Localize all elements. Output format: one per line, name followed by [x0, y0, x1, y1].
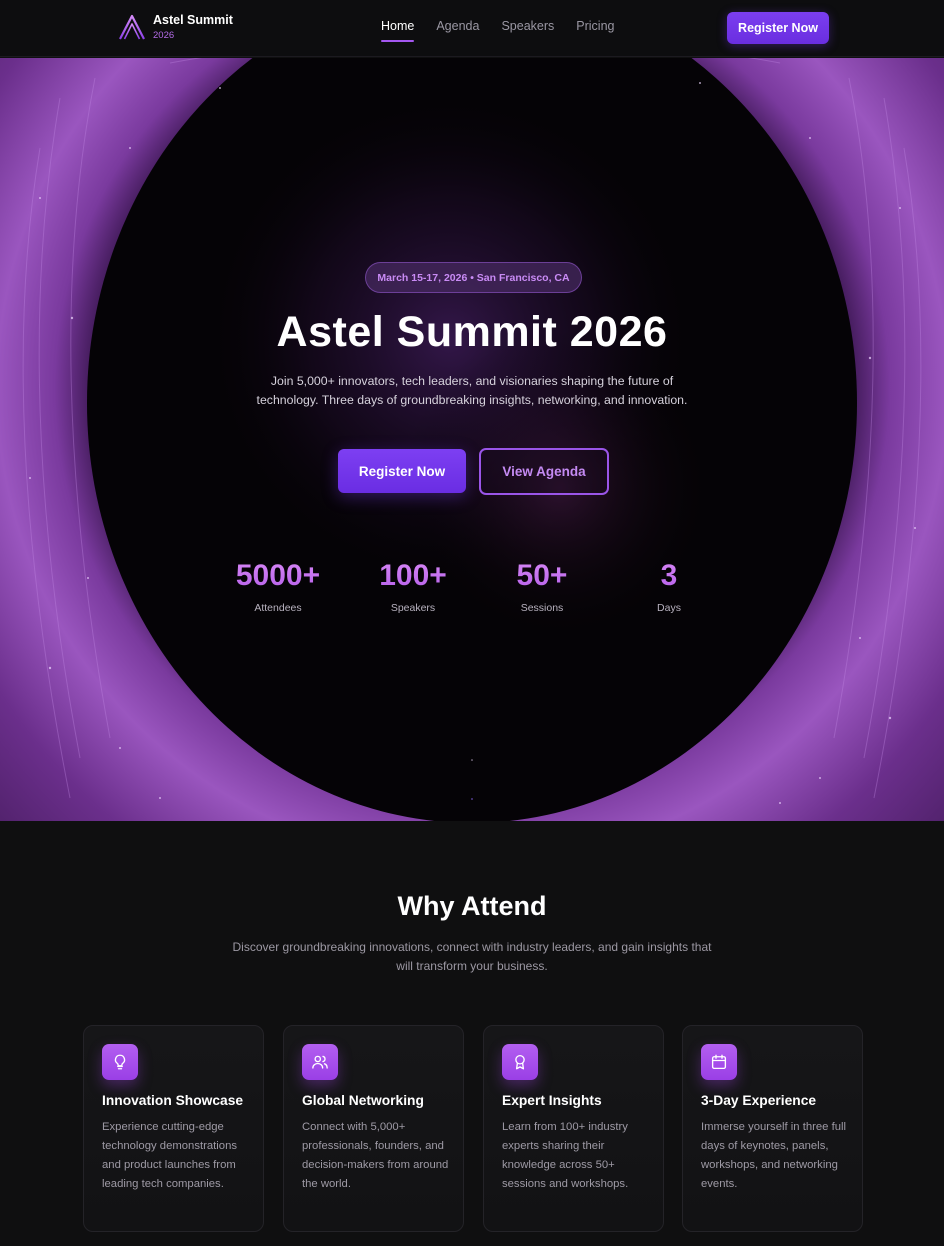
- stat-label: Speakers: [390, 602, 436, 614]
- stat-value: 100+: [353, 558, 473, 594]
- card-text: Connect with 5,000+ professionals, found…: [302, 1121, 449, 1190]
- stat-speakers: 100+ Speakers: [353, 558, 473, 614]
- why-attend-description: Discover groundbreaking innovations, con…: [232, 940, 712, 973]
- nav-link-pricing[interactable]: Pricing: [576, 18, 614, 42]
- users-icon: [302, 1044, 338, 1080]
- nav-link-speakers[interactable]: Speakers: [501, 18, 554, 42]
- hero-description: Join 5,000+ innovators, tech leaders, an…: [256, 374, 688, 407]
- why-attend-title: Why Attend: [397, 891, 547, 921]
- hero-section: March 15-17, 2026 • San Francisco, CA As…: [0, 58, 944, 821]
- card-text: Learn from 100+ industry experts sharing…: [502, 1121, 629, 1190]
- stat-value: 50+: [482, 558, 602, 594]
- hero-title: Astel Summit 2026: [276, 308, 668, 356]
- award-icon: [502, 1044, 538, 1080]
- stat-label: Sessions: [520, 602, 564, 614]
- brand-logo[interactable]: Astel Summit 2026: [117, 13, 233, 43]
- feature-card-experience: 3-Day Experience Immerse yourself in thr…: [682, 1025, 863, 1232]
- nav-register-button[interactable]: Register Now: [727, 12, 829, 44]
- card-title: Innovation Showcase: [102, 1093, 244, 1108]
- brand-title: Astel Summit: [153, 13, 233, 27]
- stat-sessions: 50+ Sessions: [482, 558, 602, 614]
- stat-value: 5000+: [218, 558, 338, 594]
- card-title: Expert Insights: [502, 1093, 602, 1108]
- stat-value: 3: [609, 558, 729, 594]
- nav-link-agenda[interactable]: Agenda: [436, 18, 479, 42]
- calendar-icon: [701, 1044, 737, 1080]
- stat-label: Attendees: [254, 602, 302, 614]
- stat-label: Days: [657, 602, 681, 614]
- lightbulb-icon: [102, 1044, 138, 1080]
- nav-link-home[interactable]: Home: [381, 18, 415, 42]
- feature-card-innovation: Innovation Showcase Experience cutting-e…: [83, 1025, 264, 1232]
- top-navbar: Astel Summit 2026 Home Agenda Speakers P…: [0, 0, 944, 57]
- brand-logo-icon: [119, 14, 145, 40]
- event-date-badge: March 15-17, 2026 • San Francisco, CA: [365, 262, 582, 293]
- hero-register-button[interactable]: Register Now: [338, 449, 466, 493]
- feature-card-insights: Expert Insights Learn from 100+ industry…: [483, 1025, 664, 1232]
- brand-year: 2026: [153, 30, 175, 41]
- hero-vortex-background: [0, 58, 944, 821]
- view-agenda-button[interactable]: View Agenda: [479, 448, 609, 495]
- card-text: Experience cutting-edge technology demon…: [102, 1121, 238, 1190]
- nav-links: Home Agenda Speakers Pricing: [381, 18, 636, 42]
- card-title: Global Networking: [302, 1093, 424, 1108]
- stat-days: 3 Days: [609, 558, 729, 614]
- stat-attendees: 5000+ Attendees: [218, 558, 338, 614]
- card-text: Immerse yourself in three full days of k…: [701, 1121, 847, 1190]
- feature-card-networking: Global Networking Connect with 5,000+ pr…: [283, 1025, 464, 1232]
- card-title: 3-Day Experience: [701, 1093, 817, 1108]
